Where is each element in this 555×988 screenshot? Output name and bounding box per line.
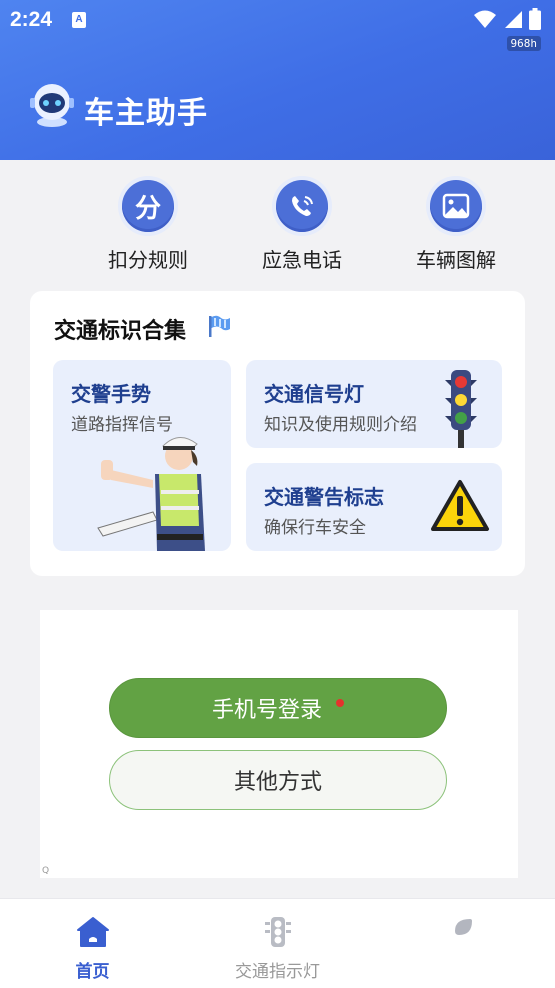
signal-icon	[505, 11, 522, 28]
emergency-call-button[interactable]: 应急电话	[247, 180, 357, 273]
vehicle-diagram-button[interactable]: 车辆图解	[401, 180, 511, 273]
leaf-icon	[454, 919, 472, 935]
red-dot-badge	[336, 699, 344, 707]
warning-triangle-icon	[431, 480, 489, 531]
police-gesture-title: 交警手势	[71, 382, 151, 406]
bottom-navigation: 首页 交通指示灯	[0, 898, 555, 988]
vehicle-diagram-label: 车辆图解	[416, 248, 496, 272]
traffic-light-icon	[445, 370, 477, 448]
image-icon	[430, 180, 482, 232]
flag-icon	[209, 315, 230, 337]
other-methods-label: 其他方式	[233, 770, 322, 795]
ad-mark: Q	[42, 866, 50, 876]
status-bar: 2:24 A 968h	[0, 0, 555, 51]
ad-banner: 手机号登录 其他方式 Q	[40, 610, 518, 878]
phone-login-label: 手机号登录	[211, 698, 322, 723]
warning-sign-subtitle: 确保行车安全	[264, 518, 366, 538]
traffic-signs-title: 交通标识合集	[54, 319, 187, 344]
deduction-rules-label: 扣分规则	[108, 248, 188, 272]
emergency-call-label: 应急电话	[262, 248, 342, 272]
phone-icon	[276, 180, 328, 232]
tab-home-label: 首页	[75, 962, 110, 982]
phone-login-button[interactable]: 手机号登录	[109, 678, 447, 738]
tab-traffic-lights[interactable]: 交通指示灯	[185, 899, 370, 988]
traffic-light-icon	[264, 917, 291, 947]
notification-icon: A	[72, 12, 86, 28]
other-methods-button[interactable]: 其他方式	[109, 750, 447, 810]
traffic-police-illustration	[97, 437, 205, 551]
warning-sign-title: 交通警告标志	[264, 485, 384, 509]
home-icon	[76, 917, 109, 947]
traffic-light-subtitle: 知识及使用规则介绍	[264, 415, 417, 435]
traffic-signs-card: 交通标识合集 交警手势 道路指挥信号 交通信号灯 知识及使用规则介绍 交通警告标…	[30, 291, 525, 576]
tab-traffic-lights-label: 交通指示灯	[235, 962, 320, 982]
phone-glyph-icon	[292, 196, 313, 216]
warning-sign-tile[interactable]: 交通警告标志 确保行车安全	[246, 463, 502, 551]
wifi-icon	[474, 10, 496, 28]
points-glyph: 分	[134, 193, 161, 224]
tab-home[interactable]: 首页	[0, 899, 185, 988]
traffic-light-tile[interactable]: 交通信号灯 知识及使用规则介绍	[246, 360, 502, 448]
tab-third[interactable]	[370, 899, 555, 988]
app-header: 2:24 A 968h 车主助手	[0, 0, 555, 160]
system-icons	[473, 8, 541, 30]
status-time: 2:24	[10, 8, 53, 31]
quick-actions: 分 扣分规则 应急电话 车辆图解	[0, 180, 555, 275]
network-speed-badge: 968h	[506, 36, 541, 51]
robot-logo-icon	[30, 84, 74, 127]
traffic-light-title: 交通信号灯	[264, 382, 364, 406]
app-title: 车主助手	[84, 96, 208, 131]
police-gesture-tile[interactable]: 交警手势 道路指挥信号	[53, 360, 231, 551]
battery-icon	[529, 8, 541, 30]
points-icon: 分	[122, 180, 174, 232]
deduction-rules-button[interactable]: 分 扣分规则	[93, 180, 203, 273]
image-glyph-icon	[442, 193, 470, 219]
